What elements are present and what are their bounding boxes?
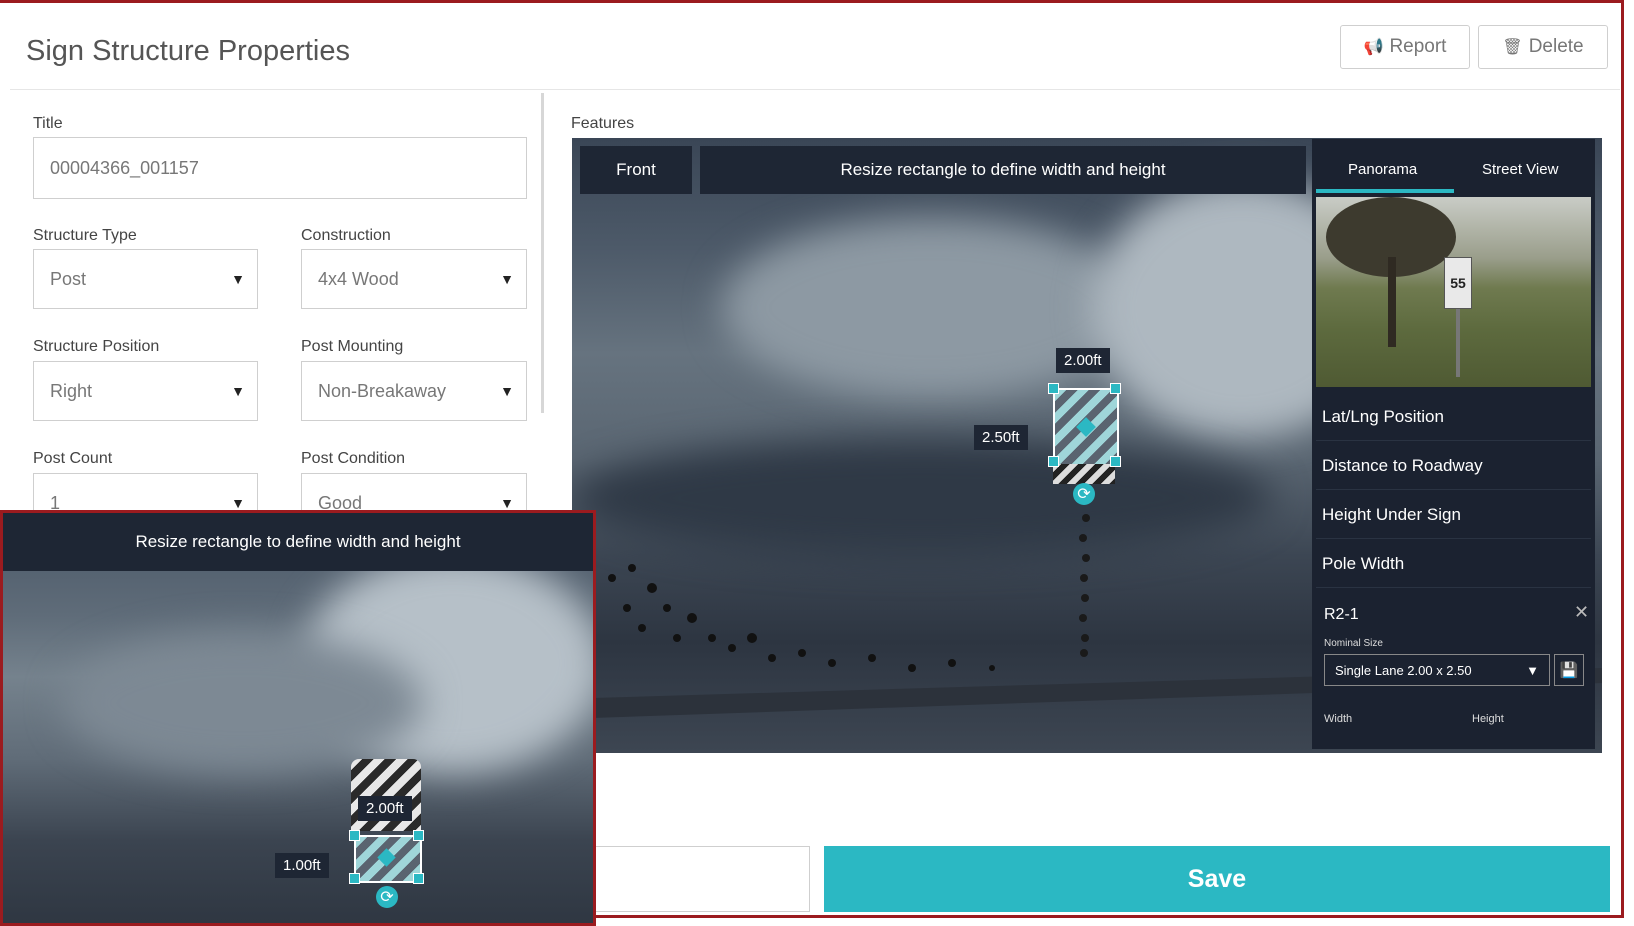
resize-handle-top-right[interactable] <box>1110 383 1121 394</box>
inset-resize-handle-top-left[interactable] <box>349 830 360 841</box>
caret-down-icon: ▼ <box>500 383 514 399</box>
view-mode-label: Front <box>616 160 656 179</box>
width-field-label: Width <box>1324 713 1353 725</box>
menu-item-height-under-sign[interactable]: Height Under Sign <box>1316 491 1591 539</box>
post-mounting-select[interactable]: Non-Breakaway ▼ <box>301 361 527 421</box>
close-icon[interactable]: ✕ <box>1574 602 1589 623</box>
construction-select[interactable]: 4x4 Wood ▼ <box>301 249 527 309</box>
side-panel: Panorama Street View 55 Lat/Lng Position… <box>1312 139 1595 749</box>
post-condition-label: Post Condition <box>301 450 406 467</box>
sign-lower-part <box>1053 464 1115 484</box>
width-dimension-label: 2.00ft <box>1056 348 1110 373</box>
inset-rotate-handle-icon[interactable]: ⟳ <box>376 886 398 908</box>
inset-instruction-text: Resize rectangle to define width and hei… <box>135 532 461 551</box>
post-count-label: Post Count <box>33 450 113 467</box>
rotate-handle-icon[interactable]: ⟳ <box>1073 483 1095 505</box>
delete-label: Delete <box>1528 36 1584 57</box>
sign-code: R2-1 <box>1324 606 1359 623</box>
caret-down-icon: ▼ <box>1526 662 1539 678</box>
tab-panorama[interactable]: Panorama <box>1348 161 1417 178</box>
caret-down-icon: ▼ <box>231 383 245 399</box>
structure-position-select[interactable]: Right ▼ <box>33 361 258 421</box>
construction-label: Construction <box>301 227 391 244</box>
structure-type-value: Post <box>50 268 87 289</box>
inset-resize-handle-bottom-left[interactable] <box>349 873 360 884</box>
inset-instruction-bar: Resize rectangle to define width and hei… <box>3 513 593 571</box>
panorama-thumbnail[interactable]: 55 <box>1316 197 1591 387</box>
instruction-bar: Resize rectangle to define width and hei… <box>700 146 1306 194</box>
delete-button[interactable]: 🗑 Delete <box>1478 25 1608 69</box>
report-label: Report <box>1389 36 1447 57</box>
move-handle-icon[interactable] <box>377 848 396 867</box>
height-field-label: Height <box>1472 713 1504 725</box>
structure-position-label: Structure Position <box>33 338 160 355</box>
structure-type-select[interactable]: Post ▼ <box>33 249 258 309</box>
speed-limit-sign: 55 <box>1444 257 1472 309</box>
sign-pole-points <box>1079 494 1090 657</box>
inset-height-dimension-label: 1.00ft <box>275 853 329 878</box>
caret-down-icon: ▼ <box>231 271 245 287</box>
nominal-size-value: Single Lane 2.00 x 2.50 <box>1335 662 1472 678</box>
report-button[interactable]: 📢 Report <box>1340 25 1470 69</box>
structure-position-value: Right <box>50 380 93 401</box>
nominal-size-select[interactable]: Single Lane 2.00 x 2.50 ▼ <box>1324 654 1550 686</box>
floppy-disk-icon: 💾 <box>1559 662 1579 679</box>
instruction-text: Resize rectangle to define width and hei… <box>840 160 1166 179</box>
active-tab-indicator <box>1316 189 1454 193</box>
title-input[interactable]: 00004366_001157 <box>33 137 527 199</box>
caret-down-icon: ▼ <box>500 271 514 287</box>
resize-handle-top-left[interactable] <box>1048 383 1059 394</box>
post-mounting-value: Non-Breakaway <box>318 380 447 401</box>
title-label: Title <box>33 115 63 132</box>
tree-trunk <box>1388 257 1396 347</box>
menu-item-pole-width[interactable]: Pole Width <box>1316 540 1591 588</box>
header: Sign Structure Properties 📢 Report 🗑 Del… <box>10 9 1620 90</box>
resize-handle-bottom-right[interactable] <box>1110 456 1121 467</box>
menu-item-latlng-position[interactable]: Lat/Lng Position <box>1316 393 1591 441</box>
nominal-size-label: Nominal Size <box>1324 638 1383 649</box>
megaphone-icon: 📢 <box>1363 39 1384 56</box>
caret-down-icon: ▼ <box>231 495 245 511</box>
zoom-inset: Resize rectangle to define width and hei… <box>0 510 596 926</box>
save-size-button[interactable]: 💾 <box>1554 654 1584 686</box>
tab-street-view[interactable]: Street View <box>1482 161 1558 178</box>
trash-icon: 🗑 <box>1502 39 1523 56</box>
height-dimension-label: 2.50ft <box>974 425 1028 450</box>
construction-value: 4x4 Wood <box>318 268 399 289</box>
vegetation-points <box>608 564 995 672</box>
inset-resize-handle-bottom-right[interactable] <box>413 873 424 884</box>
save-button[interactable]: Save <box>824 846 1610 912</box>
form-scrollbar[interactable] <box>541 93 544 413</box>
title-value: 00004366_001157 <box>50 157 199 178</box>
menu-item-distance-to-roadway[interactable]: Distance to Roadway <box>1316 442 1591 490</box>
speed-limit-text: 55 <box>1450 275 1466 291</box>
inset-sign-rectangle[interactable] <box>354 835 422 883</box>
view-mode-front[interactable]: Front <box>580 146 692 194</box>
structure-type-label: Structure Type <box>33 227 137 244</box>
move-handle-icon[interactable] <box>1076 417 1096 437</box>
cloud-shape <box>63 633 423 773</box>
resize-handle-bottom-left[interactable] <box>1048 456 1059 467</box>
features-label: Features <box>571 115 635 132</box>
cancel-button[interactable] <box>560 846 810 912</box>
caret-down-icon: ▼ <box>500 495 514 511</box>
inset-resize-handle-top-right[interactable] <box>413 830 424 841</box>
inset-width-dimension-label: 2.00ft <box>358 796 412 821</box>
page-title: Sign Structure Properties <box>26 35 350 67</box>
sign-rectangle[interactable] <box>1053 388 1119 466</box>
post-mounting-label: Post Mounting <box>301 338 404 355</box>
